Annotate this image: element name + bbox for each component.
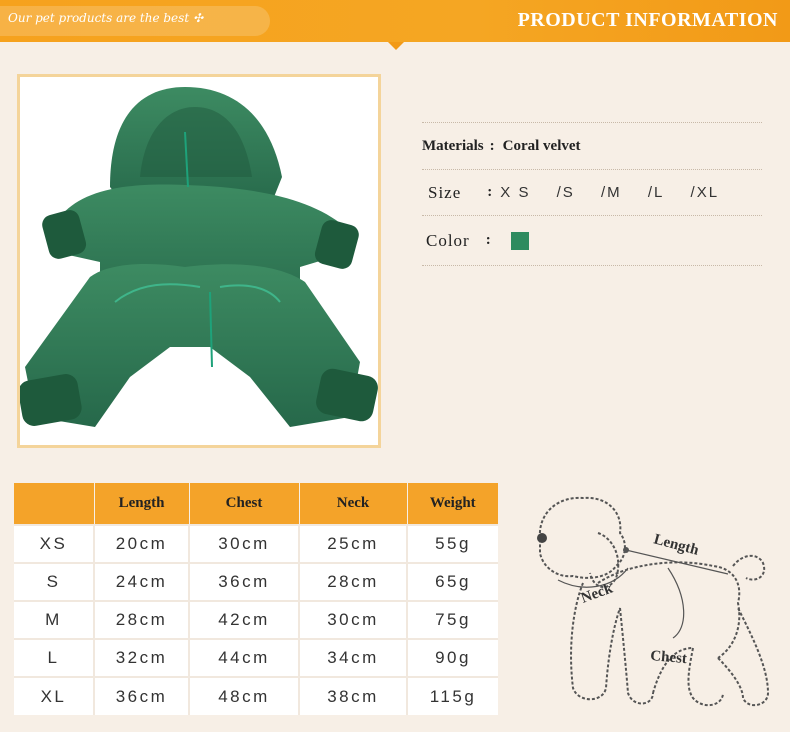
table-cell: XS <box>14 524 95 563</box>
table-header-row: Length Chest Neck Weight <box>14 483 498 525</box>
materials-value: Coral velvet <box>502 137 581 154</box>
table-row: XL 36cm 48cm 38cm 115g <box>14 676 498 715</box>
dog-measurement-diagram: Length Neck Chest <box>537 496 770 707</box>
size-option-s: /S <box>556 184 575 201</box>
size-label: Size <box>428 182 462 202</box>
table-row: XS 20cm 30cm 25cm 55g <box>14 524 498 563</box>
color-swatch <box>510 231 529 250</box>
product-info-list: Materials : Coral velvet Size : X S /S /… <box>422 122 762 266</box>
table-cell: 38cm <box>299 676 408 715</box>
size-row: Size : X S /S /M /L /XL <box>422 170 762 216</box>
materials-row: Materials : Coral velvet <box>422 122 762 170</box>
size-option-xs: X S <box>500 184 531 201</box>
table-header-length: Length <box>94 483 190 525</box>
table-header-size <box>14 483 95 525</box>
size-chart-table: Length Chest Neck Weight XS 20cm 30cm 25… <box>14 483 498 715</box>
table-cell: 20cm <box>94 524 190 563</box>
table-cell: 44cm <box>189 638 300 677</box>
table-cell: L <box>14 638 95 677</box>
table-cell: 28cm <box>94 600 190 639</box>
materials-label: Materials <box>422 137 484 154</box>
table-cell: 36cm <box>94 676 190 715</box>
table-cell: XL <box>14 676 95 715</box>
diagram-neck-label: Neck <box>579 580 616 606</box>
table-cell: 25cm <box>299 524 408 563</box>
table-cell: 75g <box>407 600 498 639</box>
size-options: X S /S /M /L /XL <box>500 184 739 201</box>
table-cell: 32cm <box>94 638 190 677</box>
product-photo <box>17 74 381 448</box>
table-cell: 65g <box>407 562 498 601</box>
table-cell: 24cm <box>94 562 190 601</box>
size-separator: : <box>487 184 493 200</box>
materials-separator: : <box>489 137 495 154</box>
color-label: Color <box>426 230 470 250</box>
color-separator: : <box>485 232 491 248</box>
table-cell: 90g <box>407 638 498 677</box>
color-row: Color : <box>422 216 762 266</box>
diagram-length-label: Length <box>652 531 701 558</box>
table-cell: 34cm <box>299 638 408 677</box>
table-cell: 115g <box>407 676 498 715</box>
tagline: Our pet products are the best ✣ <box>8 11 204 25</box>
table-header-weight: Weight <box>407 483 498 525</box>
table-row: S 24cm 36cm 28cm 65g <box>14 562 498 601</box>
table-row: M 28cm 42cm 30cm 75g <box>14 600 498 639</box>
size-option-m: /M <box>601 184 622 201</box>
table-cell: M <box>14 600 95 639</box>
table-cell: 28cm <box>299 562 408 601</box>
size-option-xl: /XL <box>690 184 720 201</box>
table-cell: 30cm <box>299 600 408 639</box>
size-option-l: /L <box>647 184 665 201</box>
table-header-chest: Chest <box>189 483 300 525</box>
table-header-neck: Neck <box>299 483 408 525</box>
table-cell: 36cm <box>189 562 300 601</box>
table-cell: 55g <box>407 524 498 563</box>
page-title: PRODUCT INFORMATION <box>517 9 778 31</box>
table-cell: S <box>14 562 95 601</box>
green-hoodie-illustration <box>20 87 378 427</box>
table-cell: 30cm <box>189 524 300 563</box>
table-cell: 48cm <box>189 676 300 715</box>
table-row: L 32cm 44cm 34cm 90g <box>14 638 498 677</box>
table-cell: 42cm <box>189 600 300 639</box>
header-bar: Our pet products are the best ✣ PRODUCT … <box>0 0 790 50</box>
header-pointer <box>388 42 404 50</box>
diagram-chest-label: Chest <box>650 648 688 667</box>
